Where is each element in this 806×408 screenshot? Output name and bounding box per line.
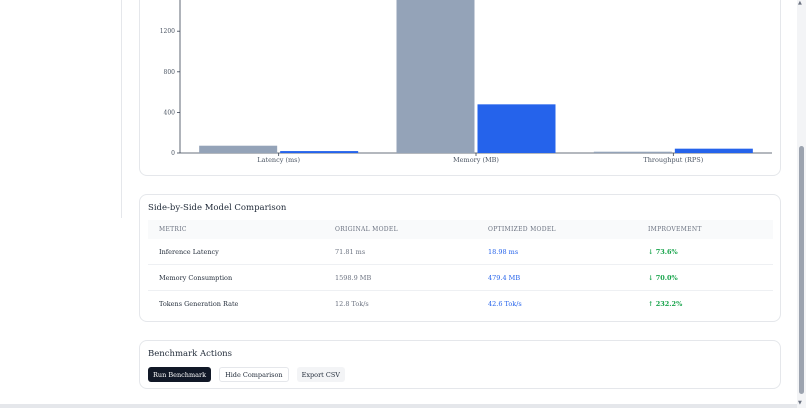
original-cell: 71.81 ms bbox=[335, 247, 366, 256]
table-row: Inference Latency 71.81 ms 18.98 ms ↓ 73… bbox=[148, 239, 773, 265]
header-improvement: IMPROVEMENT bbox=[648, 226, 702, 233]
export-csv-button[interactable]: Export CSV bbox=[296, 367, 345, 382]
optimized-cell: 18.98 ms bbox=[488, 247, 519, 256]
actions-card: Benchmark Actions Run Benchmark Hide Com… bbox=[139, 340, 781, 389]
horizontal-scrollbar[interactable] bbox=[0, 404, 806, 408]
header-optimized: OPTIMIZED MODEL bbox=[488, 226, 556, 233]
improvement-cell: ↓ 73.6% bbox=[648, 247, 678, 256]
improvement-cell: ↑ 232.2% bbox=[648, 299, 683, 308]
bar bbox=[199, 145, 278, 153]
metric-cell: Inference Latency bbox=[159, 247, 219, 256]
comparison-title: Side-by-Side Model Comparison bbox=[148, 203, 287, 213]
header-original: ORIGINAL MODEL bbox=[335, 226, 398, 233]
original-cell: 12.8 Tok/s bbox=[335, 299, 369, 308]
optimized-cell: 479.4 MB bbox=[488, 273, 521, 282]
y-tick-label: 1200 bbox=[160, 28, 175, 35]
benchmark-bar-chart: 0 400 800 1200 Latency (ms) Memory (MB) Throug… bbox=[160, 0, 772, 164]
header-metric: METRIC bbox=[159, 226, 187, 233]
bar bbox=[280, 151, 359, 153]
y-tick-label: 800 bbox=[164, 69, 176, 76]
actions-button-row: Run Benchmark Hide Comparison Export CSV bbox=[148, 367, 345, 382]
vertical-scrollbar[interactable]: ▲ ▼ bbox=[797, 0, 806, 408]
x-tick-label: Memory (MB) bbox=[453, 156, 499, 164]
y-tick-label: 0 bbox=[171, 150, 175, 157]
x-tick-label: Latency (ms) bbox=[257, 156, 300, 164]
x-tick-label: Throughput (RPS) bbox=[643, 156, 703, 164]
improvement-cell: ↓ 70.0% bbox=[648, 273, 678, 282]
sidebar-divider bbox=[121, 0, 122, 218]
table-header: METRIC ORIGINAL MODEL OPTIMIZED MODEL IM… bbox=[148, 220, 773, 239]
scroll-thumb[interactable] bbox=[799, 146, 804, 394]
scroll-up-icon[interactable]: ▲ bbox=[798, 0, 802, 6]
bar bbox=[477, 104, 556, 153]
optimized-cell: 42.6 Tok/s bbox=[488, 299, 522, 308]
metric-cell: Memory Consumption bbox=[159, 273, 233, 282]
comparison-table: METRIC ORIGINAL MODEL OPTIMIZED MODEL IM… bbox=[148, 220, 773, 316]
bar bbox=[396, 0, 475, 153]
benchmark-chart-card: 0 400 800 1200 Latency (ms) Memory (MB) Throug… bbox=[139, 0, 781, 176]
bar bbox=[674, 148, 753, 153]
actions-title: Benchmark Actions bbox=[148, 349, 233, 359]
bar bbox=[593, 151, 672, 153]
scroll-down-icon[interactable]: ▼ bbox=[798, 400, 802, 406]
hide-comparison-button[interactable]: Hide Comparison bbox=[219, 367, 289, 382]
y-tick-label: 400 bbox=[164, 109, 176, 116]
metric-cell: Tokens Generation Rate bbox=[159, 299, 239, 308]
run-benchmark-button[interactable]: Run Benchmark bbox=[148, 367, 212, 382]
table-row: Memory Consumption 1598.9 MB 479.4 MB ↓ … bbox=[148, 265, 773, 291]
table-row: Tokens Generation Rate 12.8 Tok/s 42.6 T… bbox=[148, 291, 773, 316]
comparison-card: Side-by-Side Model Comparison METRIC ORI… bbox=[139, 194, 781, 322]
original-cell: 1598.9 MB bbox=[335, 273, 372, 282]
